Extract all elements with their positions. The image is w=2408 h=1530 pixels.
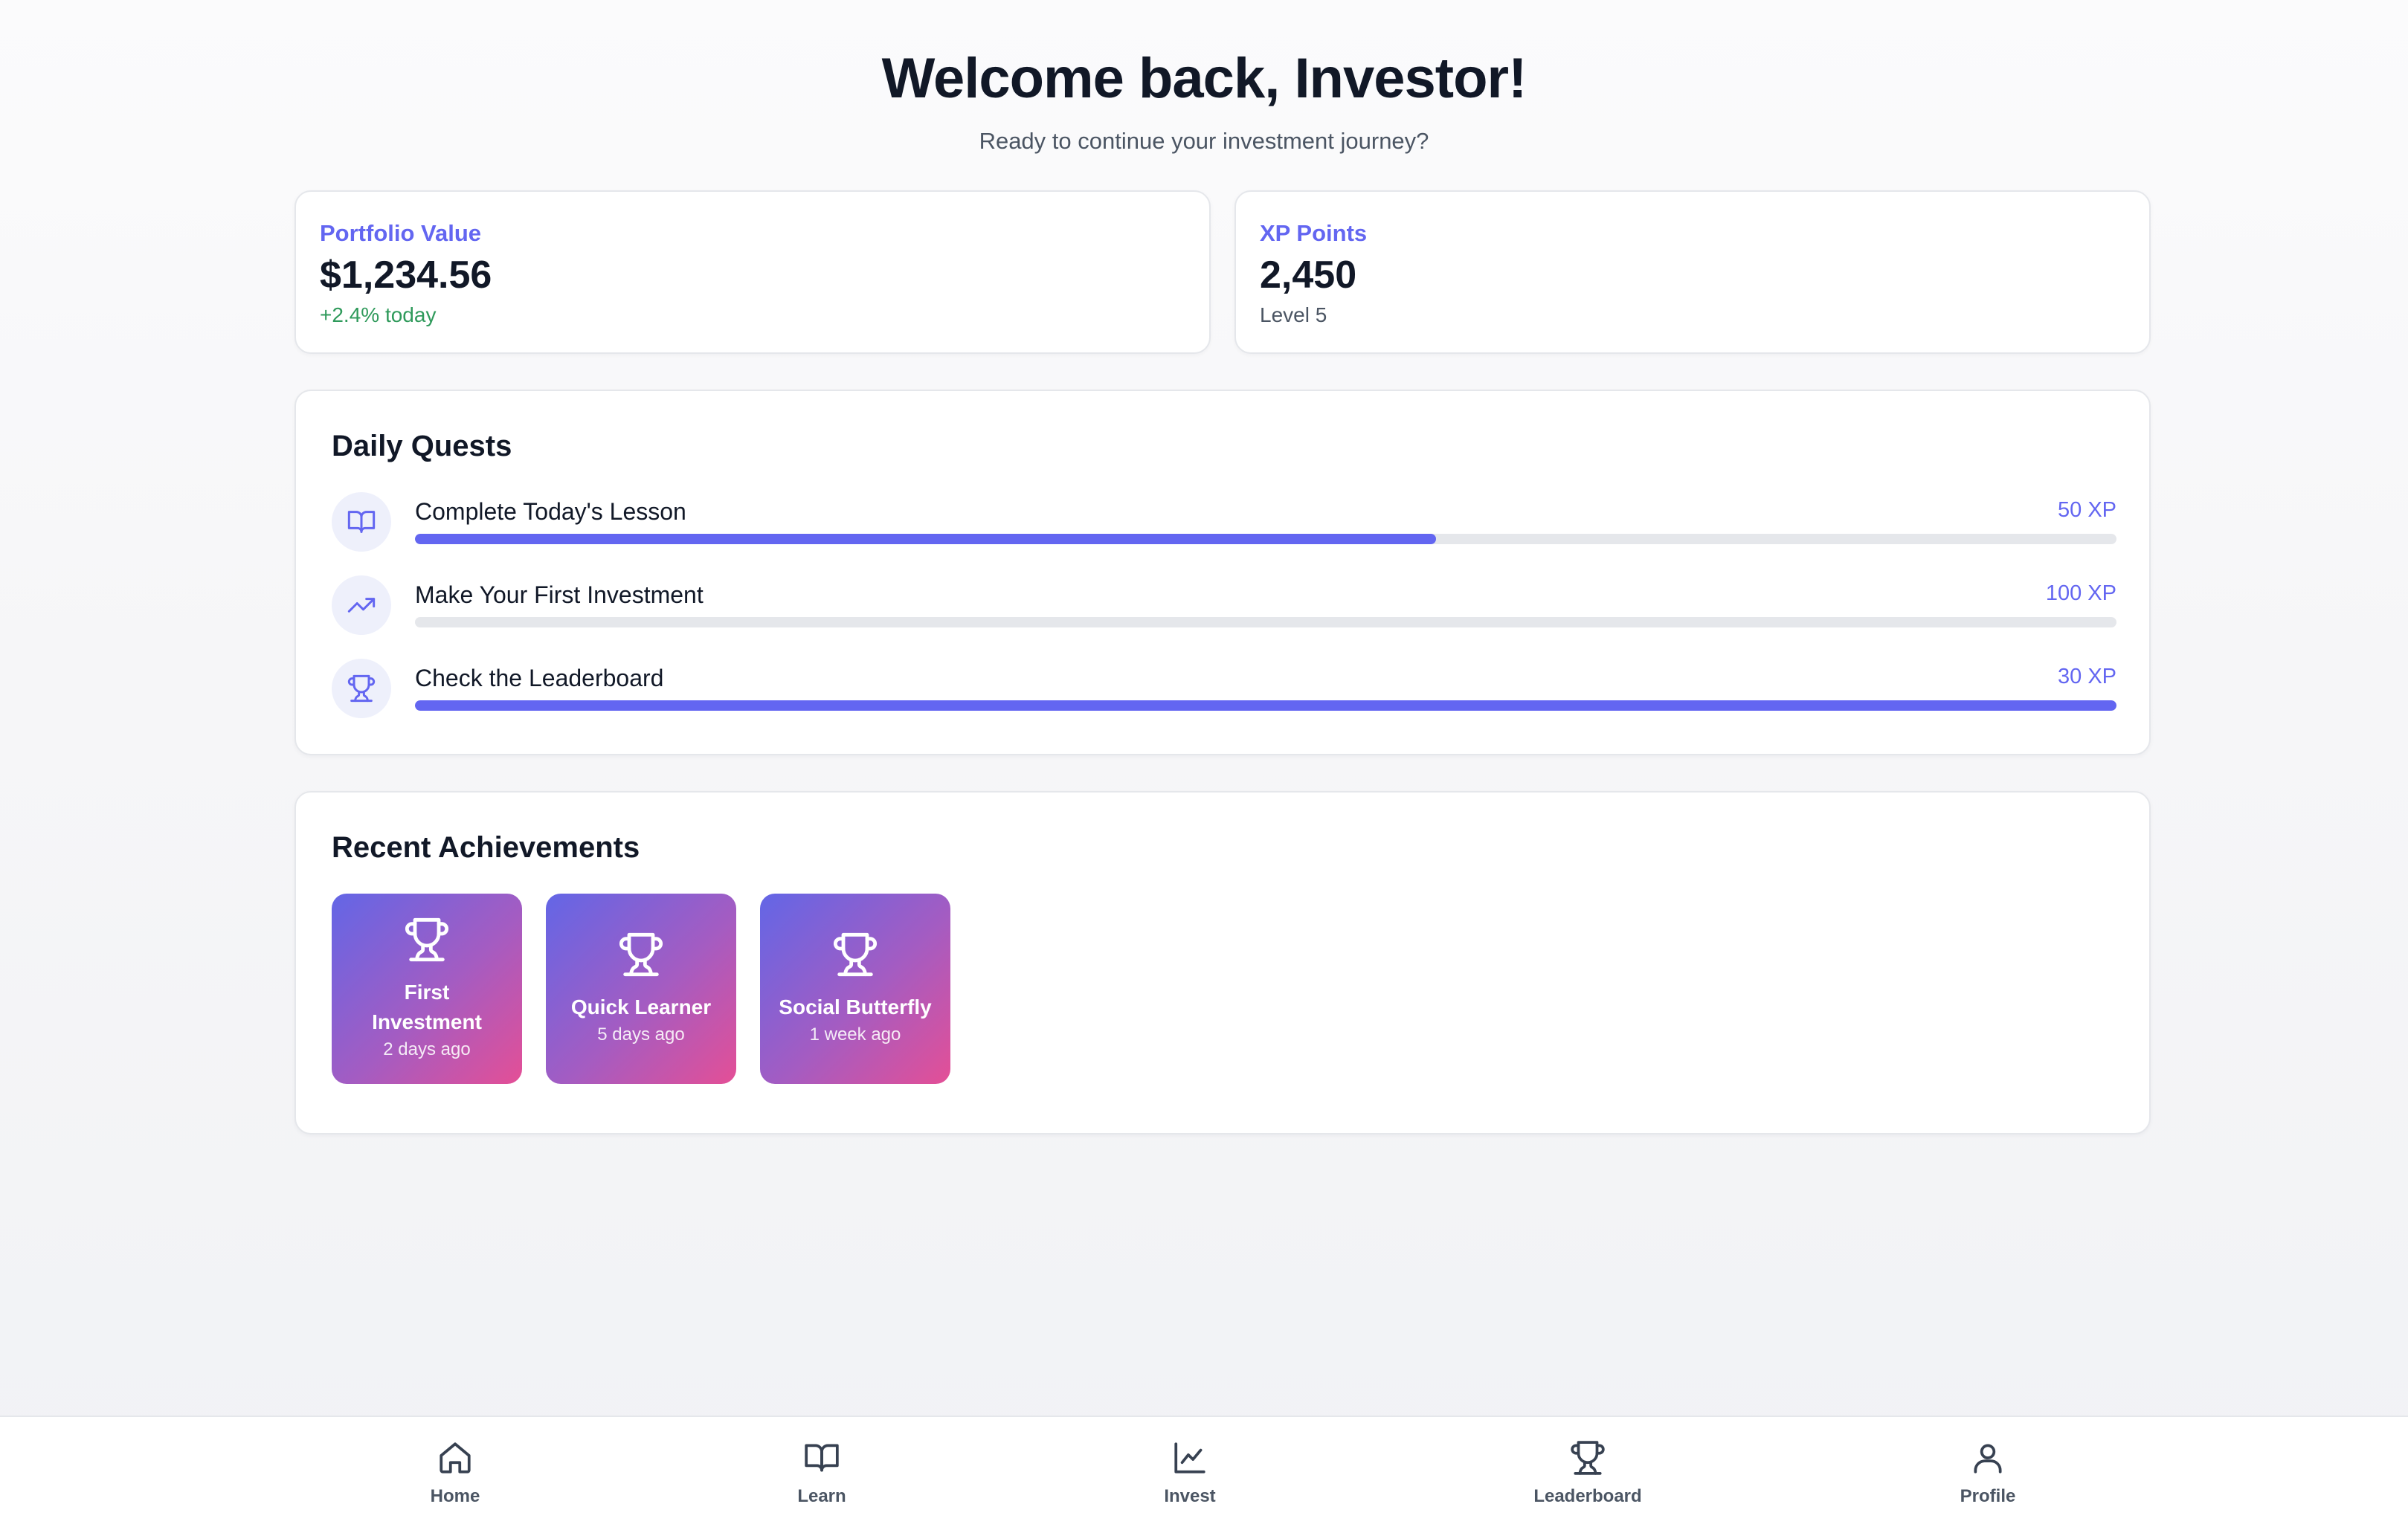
nav-label: Profile	[1960, 1486, 2016, 1506]
achievement-tile[interactable]: Social Butterfly 1 week ago	[760, 894, 950, 1084]
daily-quests-title: Daily Quests	[332, 430, 512, 462]
quest-xp-reward: 50 XP	[2058, 498, 2116, 522]
recent-achievements-card: Recent Achievements First Investment 2 d…	[294, 791, 2151, 1134]
nav-label: Leaderboard	[1533, 1486, 1642, 1506]
nav-label: Invest	[1164, 1486, 1216, 1506]
portfolio-value-amount: $1,234.56	[320, 254, 492, 297]
dashboard-page: Welcome back, Investor! Ready to continu…	[0, 0, 2408, 1530]
achievement-name: Quick Learner	[570, 995, 712, 1019]
nav-item-invest[interactable]: Invest	[1093, 1439, 1287, 1507]
nav-label: Learn	[797, 1486, 846, 1506]
quest-xp-reward: 30 XP	[2058, 665, 2116, 688]
xp-points-label: XP Points	[1260, 220, 1368, 246]
quest-progress-bar	[415, 534, 2116, 544]
quest-progress-fill	[415, 700, 2116, 711]
bottom-navigation: Home Learn Invest Leaderboard Profile	[0, 1416, 2408, 1530]
quest-item[interactable]: Complete Today's Lesson 50 XP	[332, 492, 2116, 555]
achievement-time: 2 days ago	[383, 1039, 471, 1059]
quest-progress-bar	[415, 617, 2116, 627]
chart-line-icon	[1171, 1439, 1208, 1480]
daily-quests-card: Daily Quests Complete Today's Lesson 50 …	[294, 390, 2151, 755]
quest-item[interactable]: Check the Leaderboard 30 XP	[332, 659, 2116, 721]
page-title: Welcome back, Investor!	[881, 47, 1527, 110]
page-header: Welcome back, Investor! Ready to continu…	[0, 42, 2408, 158]
achievement-name: Social Butterfly	[779, 995, 932, 1019]
trending-up-icon	[332, 575, 391, 635]
trophy-icon	[617, 931, 665, 982]
portfolio-value-card[interactable]: Portfolio Value $1,234.56 +2.4% today	[294, 190, 1211, 354]
trophy-icon	[831, 931, 879, 982]
portfolio-change-text: +2.4% today	[320, 303, 437, 326]
trophy-icon	[403, 916, 451, 967]
quest-progress-fill	[415, 534, 1436, 544]
trophy-icon	[332, 659, 391, 718]
achievement-time: 1 week ago	[809, 1024, 901, 1045]
page-subtitle: Ready to continue your investment journe…	[979, 128, 1429, 154]
nav-item-home[interactable]: Home	[358, 1439, 552, 1507]
home-icon	[437, 1439, 474, 1480]
quest-name: Make Your First Investment	[415, 581, 704, 608]
portfolio-value-label: Portfolio Value	[320, 220, 482, 246]
level-text: Level 5	[1260, 303, 1327, 326]
achievement-name: First Investment	[372, 980, 482, 1033]
nav-item-profile[interactable]: Profile	[1891, 1439, 2085, 1507]
book-icon	[803, 1439, 840, 1480]
quest-xp-reward: 100 XP	[2045, 581, 2116, 605]
quest-name: Check the Leaderboard	[415, 665, 664, 691]
quest-name: Complete Today's Lesson	[415, 498, 686, 525]
nav-label: Home	[430, 1486, 480, 1506]
trophy-icon	[1569, 1439, 1606, 1480]
achievement-tile[interactable]: First Investment 2 days ago	[332, 894, 522, 1084]
recent-achievements-title: Recent Achievements	[332, 831, 640, 864]
book-icon	[332, 492, 391, 552]
user-icon	[1969, 1439, 2006, 1480]
xp-points-value: 2,450	[1260, 254, 1357, 297]
nav-item-learn[interactable]: Learn	[725, 1439, 918, 1507]
quest-item[interactable]: Make Your First Investment 100 XP	[332, 575, 2116, 638]
quest-progress-bar	[415, 700, 2116, 711]
xp-points-card[interactable]: XP Points 2,450 Level 5	[1234, 190, 2151, 354]
achievement-time: 5 days ago	[597, 1024, 685, 1045]
achievement-tile[interactable]: Quick Learner 5 days ago	[546, 894, 736, 1084]
nav-item-leaderboard[interactable]: Leaderboard	[1491, 1439, 1684, 1507]
